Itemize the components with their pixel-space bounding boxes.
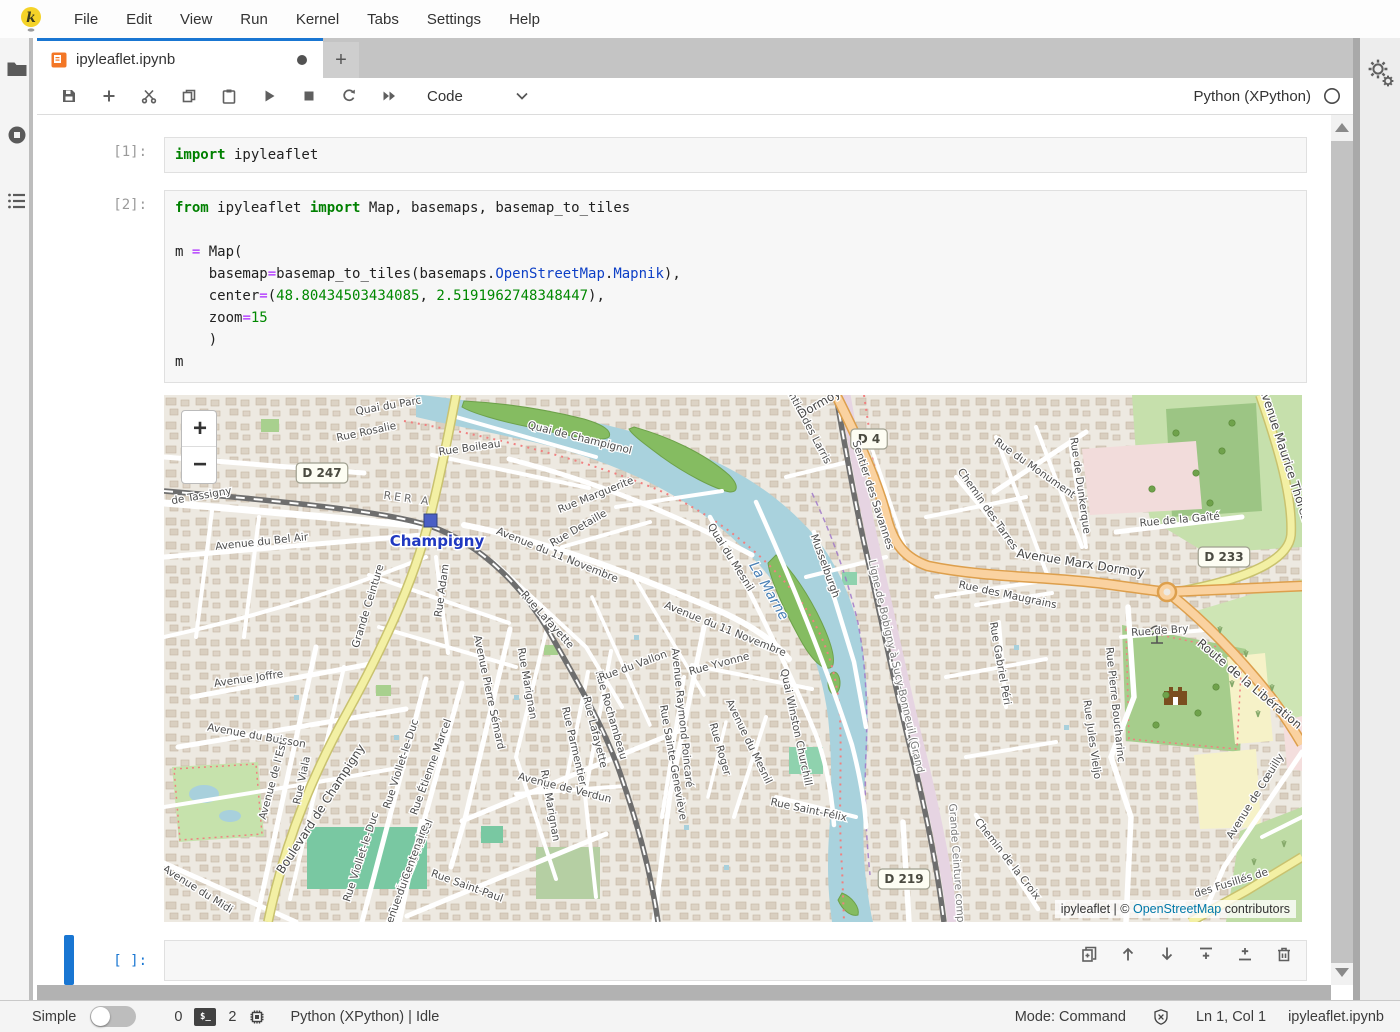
paste-cells-button[interactable] xyxy=(209,80,249,112)
scroll-up-arrow[interactable] xyxy=(1335,123,1349,132)
cell-prompt: [1]: xyxy=(67,144,147,160)
cell-toolbar xyxy=(1079,944,1294,964)
rer-station-marker xyxy=(424,514,437,527)
tab-ipyleaflet[interactable]: ipyleaflet.ipynb xyxy=(37,38,323,78)
terminal-count: 0 xyxy=(174,1009,182,1025)
simple-mode-label: Simple xyxy=(32,1009,76,1025)
terminal-icon[interactable]: $_ xyxy=(194,1008,216,1026)
menu-help[interactable]: Help xyxy=(495,11,554,28)
property-inspector-gear-icon[interactable] xyxy=(1367,58,1395,88)
cell-prompt: [2]: xyxy=(67,197,147,213)
save-button[interactable] xyxy=(49,80,89,112)
trust-shield-icon[interactable] xyxy=(1152,1008,1170,1026)
cell-type-value: Code xyxy=(427,88,463,105)
kernel-status-icon xyxy=(1323,87,1341,105)
chevron-down-icon xyxy=(515,91,529,101)
kernel-logo-icon: k xyxy=(20,6,42,32)
restart-kernel-button[interactable] xyxy=(329,80,369,112)
zoom-out-button[interactable]: − xyxy=(182,447,217,483)
right-sidebar xyxy=(1360,38,1400,1000)
kernel-chip-icon[interactable] xyxy=(248,1008,266,1026)
attribution-suffix: contributors xyxy=(1221,902,1290,916)
copy-cells-button[interactable] xyxy=(169,80,209,112)
kernel-session-count: 2 xyxy=(228,1009,236,1025)
new-tab-button[interactable]: + xyxy=(323,42,359,78)
tab-title: ipyleaflet.ipynb xyxy=(76,51,297,68)
svg-text:k: k xyxy=(26,10,36,26)
scroll-down-arrow[interactable] xyxy=(1335,968,1349,977)
tab-bar: ipyleaflet.ipynb + xyxy=(37,38,1355,78)
code-cell-2[interactable]: from ipyleaflet import Map, basemaps, ba… xyxy=(164,190,1307,383)
delete-cell-icon[interactable] xyxy=(1274,944,1294,964)
cut-cells-button[interactable] xyxy=(129,80,169,112)
zoom-in-button[interactable]: + xyxy=(182,411,217,447)
statusbar-filename: ipyleaflet.ipynb xyxy=(1288,1009,1384,1025)
cell-type-dropdown[interactable]: Code xyxy=(427,88,529,105)
running-sessions-icon[interactable] xyxy=(6,124,28,146)
attribution-prefix: ipyleaflet | © xyxy=(1061,902,1133,916)
cursor-position[interactable]: Ln 1, Col 1 xyxy=(1196,1009,1266,1025)
left-activity-bar xyxy=(0,38,33,1000)
menu-tabs[interactable]: Tabs xyxy=(353,11,413,28)
file-browser-icon[interactable] xyxy=(6,58,28,80)
map-attribution: ipyleaflet | © OpenStreetMap contributor… xyxy=(1055,900,1296,918)
toggle-knob xyxy=(91,1007,110,1026)
command-mode-indicator: Mode: Command xyxy=(1015,1009,1126,1025)
menu-edit[interactable]: Edit xyxy=(112,11,166,28)
insert-cell-above-icon[interactable] xyxy=(1196,944,1216,964)
right-panel-divider xyxy=(1353,38,1360,1000)
notebook-panel: [1]: import ipyleaflet [2]: from ipyleaf… xyxy=(37,115,1331,985)
horizontal-scrollbar-track[interactable] xyxy=(37,985,1331,1000)
insert-cell-below-icon[interactable] xyxy=(1235,944,1255,964)
openstreetmap-tiles: D 247D 4D 233D 219 Quai du ParcRue Rosal… xyxy=(164,395,1302,922)
menu-run[interactable]: Run xyxy=(226,11,282,28)
status-bar: Simple 0 $_ 2 Python (XPython) | Idle Mo… xyxy=(0,1000,1400,1032)
svg-text:D 247: D 247 xyxy=(302,466,341,480)
move-cell-up-icon[interactable] xyxy=(1118,944,1138,964)
run-cell-button[interactable] xyxy=(249,80,289,112)
menu-file[interactable]: File xyxy=(60,11,112,28)
kernel-status-text[interactable]: Python (XPython) | Idle xyxy=(290,1009,439,1025)
run-all-cells-button[interactable] xyxy=(369,80,409,112)
notebook-icon xyxy=(51,52,67,68)
road-ref-badge: D 219 xyxy=(878,869,930,889)
road-ref-badge: D 233 xyxy=(1198,547,1250,567)
kernel-name[interactable]: Python (XPython) xyxy=(1193,88,1311,105)
unsaved-changes-dot[interactable] xyxy=(297,55,307,65)
menu-settings[interactable]: Settings xyxy=(413,11,495,28)
menu-kernel[interactable]: Kernel xyxy=(282,11,353,28)
map-zoom-control: + − xyxy=(181,410,217,484)
table-of-contents-icon[interactable] xyxy=(6,190,28,212)
station-label: Champigny xyxy=(390,532,485,550)
insert-cell-button[interactable] xyxy=(89,80,129,112)
code-cell-1[interactable]: import ipyleaflet xyxy=(164,137,1307,173)
menu-view[interactable]: View xyxy=(166,11,226,28)
map-widget[interactable]: D 247D 4D 233D 219 Quai du ParcRue Rosal… xyxy=(164,395,1302,922)
road-ref-badge: D 247 xyxy=(296,463,348,483)
notebook-toolbar: Code Python (XPython) xyxy=(37,78,1355,115)
vertical-scrollbar[interactable] xyxy=(1331,115,1353,985)
svg-text:D 233: D 233 xyxy=(1204,550,1243,564)
jupyterlab-window: k File Edit View Run Kernel Tabs Setting… xyxy=(0,0,1400,1032)
move-cell-down-icon[interactable] xyxy=(1157,944,1177,964)
menubar: k File Edit View Run Kernel Tabs Setting… xyxy=(0,0,1400,38)
svg-text:D 219: D 219 xyxy=(884,872,923,886)
openstreetmap-link[interactable]: OpenStreetMap xyxy=(1133,902,1221,916)
simple-mode-toggle[interactable] xyxy=(90,1006,136,1027)
duplicate-cell-icon[interactable] xyxy=(1079,944,1099,964)
cell-prompt: [ ]: xyxy=(67,953,147,969)
scrollbar-thumb[interactable] xyxy=(1331,141,1353,963)
interrupt-kernel-button[interactable] xyxy=(289,80,329,112)
